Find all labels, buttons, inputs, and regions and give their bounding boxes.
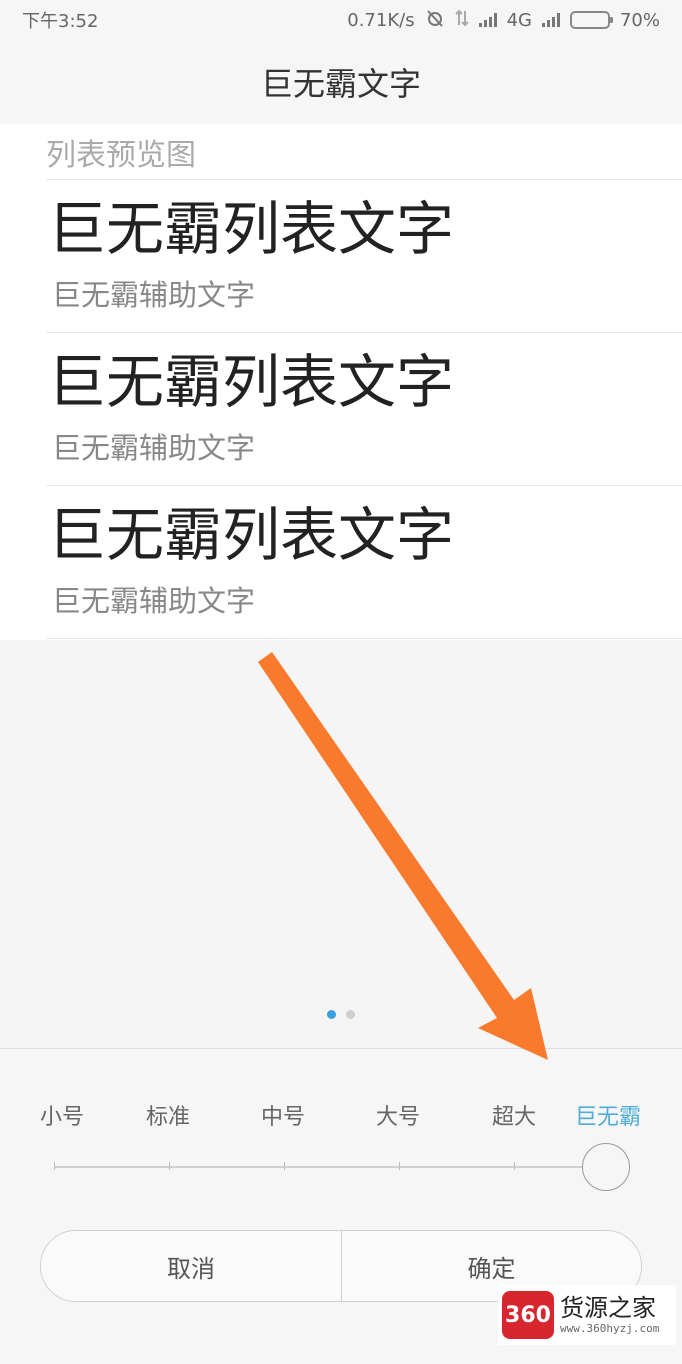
list-item-secondary: 巨无霸辅助文字 — [52, 584, 256, 618]
slider-tick — [399, 1162, 400, 1170]
list-item: 巨无霸列表文字 巨无霸辅助文字 — [46, 180, 682, 333]
slider-tick — [284, 1162, 285, 1170]
font-size-option-large[interactable]: 大号 — [376, 1099, 420, 1131]
list-item: 巨无霸列表文字 巨无霸辅助文字 — [46, 486, 682, 639]
cancel-button[interactable]: 取消 — [41, 1231, 341, 1301]
status-icons: 0.71K/s 4G 70% — [347, 8, 660, 33]
network-type: 4G — [506, 9, 532, 31]
list-item-primary: 巨无霸列表文字 — [48, 348, 455, 416]
battery-percent: 70% — [619, 9, 660, 31]
data-transfer-icon — [454, 9, 469, 32]
page-indicator — [0, 1010, 682, 1019]
font-size-option-standard[interactable]: 标准 — [146, 1099, 190, 1131]
network-speed: 0.71K/s — [347, 9, 415, 31]
page-dot[interactable] — [346, 1010, 355, 1019]
slider-tick — [514, 1162, 515, 1170]
watermark-url: www.360hyzj.com — [560, 1321, 660, 1335]
watermark-title: 货源之家 — [560, 1294, 656, 1323]
alarm-off-icon — [425, 8, 445, 33]
watermark-logo: 360 — [502, 1291, 554, 1339]
list-item-primary: 巨无霸列表文字 — [48, 195, 455, 263]
arrow-shape — [258, 652, 548, 1060]
preview-list: 列表预览图 巨无霸列表文字 巨无霸辅助文字 巨无霸列表文字 巨无霸辅助文字 巨无… — [0, 124, 682, 640]
status-bar: 下午3:52 0.71K/s 4G 70% — [0, 0, 682, 40]
font-size-slider[interactable] — [54, 1162, 606, 1170]
slider-tick — [54, 1162, 55, 1170]
slider-tick — [169, 1162, 170, 1170]
watermark-text: 货源之家 www.360hyzj.com — [560, 1294, 660, 1335]
list-item: 巨无霸列表文字 巨无霸辅助文字 — [46, 333, 682, 486]
page-title: 巨无霸文字 — [260, 65, 421, 103]
font-size-option-medium[interactable]: 中号 — [261, 1099, 305, 1131]
battery-icon — [569, 11, 613, 29]
font-size-option-xlarge[interactable]: 超大 — [492, 1099, 536, 1131]
font-size-labels: 小号 标准 中号 大号 超大 巨无霸 — [0, 1099, 682, 1131]
list-item-secondary: 巨无霸辅助文字 — [52, 278, 256, 312]
status-time: 下午3:52 — [22, 11, 99, 32]
signal-icon — [478, 13, 497, 27]
page-dot[interactable] — [327, 1010, 336, 1019]
preview-header: 列表预览图 — [46, 124, 682, 180]
font-size-option-small[interactable]: 小号 — [40, 1099, 84, 1131]
list-item-primary: 巨无霸列表文字 — [48, 501, 455, 569]
title-bar: 巨无霸文字 — [0, 40, 682, 124]
slider-thumb[interactable] — [582, 1143, 630, 1191]
font-size-option-huge[interactable]: 巨无霸 — [575, 1099, 641, 1131]
list-item-secondary: 巨无霸辅助文字 — [52, 431, 256, 465]
watermark: 360 货源之家 www.360hyzj.com — [498, 1285, 676, 1345]
signal-icon — [541, 13, 560, 27]
